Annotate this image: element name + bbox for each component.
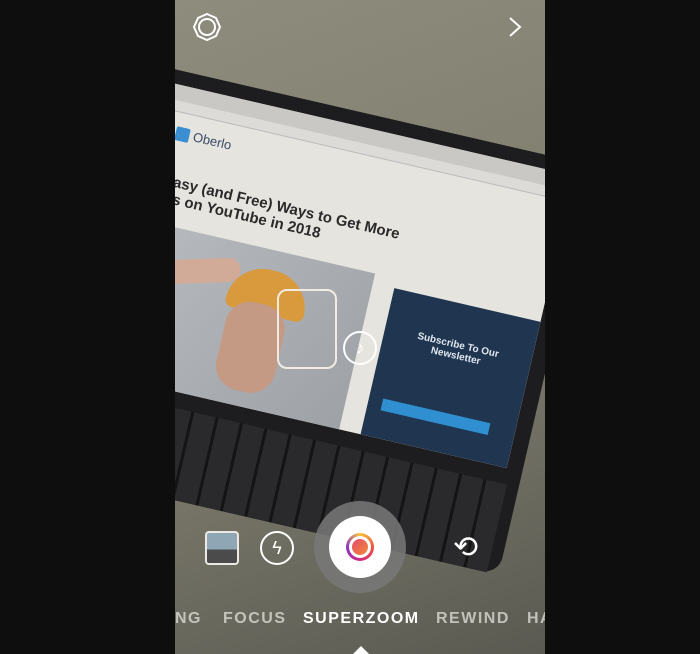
newsletter-button: [380, 398, 491, 435]
mode-selector[interactable]: NG FOCUS SUPERZOOM REWIND HA: [175, 610, 545, 632]
mode-hands-free[interactable]: HA: [527, 610, 545, 628]
newsletter-panel: Subscribe To Our Newsletter: [360, 288, 541, 469]
mode-superzoom[interactable]: SUPERZOOM: [303, 610, 420, 628]
laptop-screen: Oberlo 12 Easy (and Free) Ways to Get Mo…: [175, 76, 545, 469]
flash-icon[interactable]: ϟ: [260, 531, 294, 565]
newsletter-title: Subscribe To Our Newsletter: [416, 330, 500, 368]
chevron-right-icon[interactable]: [505, 15, 525, 39]
camera-viewport[interactable]: Oberlo 12 Easy (and Free) Ways to Get Mo…: [175, 0, 545, 654]
site-logo: Oberlo: [175, 125, 233, 153]
mode-boomerang[interactable]: NG: [175, 610, 202, 628]
flip-camera-icon[interactable]: ⟲: [453, 530, 478, 565]
gear-icon[interactable]: [192, 12, 222, 42]
arm-shape: [175, 257, 241, 286]
face-tracking-box: [277, 289, 337, 369]
logo-mark: [175, 125, 191, 143]
gallery-button[interactable]: [205, 531, 239, 565]
shutter-inner: [329, 516, 391, 578]
superzoom-icon: [346, 533, 374, 561]
mode-rewind[interactable]: REWIND: [436, 610, 510, 628]
shutter-button[interactable]: [314, 501, 406, 593]
mode-focus[interactable]: FOCUS: [223, 610, 287, 628]
logo-text: Oberlo: [191, 129, 233, 153]
camera-feed-laptop: Oberlo 12 Easy (and Free) Ways to Get Mo…: [175, 60, 545, 575]
sparkle-music-icon[interactable]: ♪: [343, 331, 377, 365]
mode-indicator-caret: [353, 646, 369, 654]
